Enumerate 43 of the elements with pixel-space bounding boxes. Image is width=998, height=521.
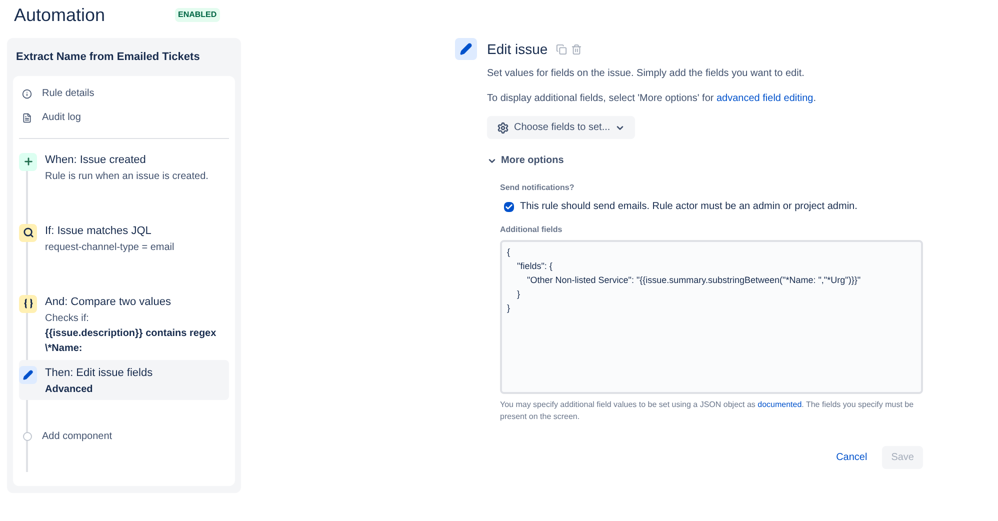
intro-text: Set values for fields on the issue. Simply add the fields you want to edit. bbox=[487, 67, 806, 81]
info-icon bbox=[22, 88, 32, 98]
step-title: If: Issue matches JQL bbox=[45, 224, 152, 238]
cancel-button[interactable]: Cancel bbox=[827, 446, 876, 469]
rule-step[interactable]: If: Issue matches JQL request-channel-type = email bbox=[19, 218, 229, 288]
status-badge: ENABLED bbox=[175, 8, 220, 22]
more-text: To display additional fields, select 'More options' for advanced field editing. bbox=[487, 92, 818, 106]
rule-step[interactable]: When: Issue created Rule is run when an issue is created. bbox=[19, 146, 229, 218]
documented-link[interactable]: documented bbox=[758, 400, 802, 409]
document-icon bbox=[22, 112, 32, 122]
field-label: Send notifications? bbox=[500, 182, 576, 194]
editor-title: Edit issue bbox=[487, 40, 548, 58]
rule-name: Extract Name from Emailed Tickets bbox=[15, 50, 201, 65]
plus-icon bbox=[19, 152, 37, 170]
page-title: Automation bbox=[14, 4, 106, 26]
step-title: Then: Edit issue fields bbox=[45, 366, 153, 380]
step-detail: Checks if: bbox=[45, 312, 90, 326]
step-detail: request-channel-type = email bbox=[45, 240, 174, 254]
checkbox-label: This rule should send emails. Rule actor must be an admin or project admin. bbox=[520, 200, 858, 214]
more-options-toggle[interactable]: More options bbox=[487, 153, 564, 168]
pencil-icon bbox=[455, 38, 477, 60]
help-text: You may specify additional field values to be set using a JSON object as documented. The fields you specify must be present on the screen. bbox=[500, 399, 915, 423]
step-title: And: Compare two values bbox=[45, 294, 172, 310]
choose-fields-button[interactable]: Choose fields to set... bbox=[487, 116, 636, 139]
braces-icon bbox=[19, 294, 37, 312]
step-detail: Rule is run when an issue is created. bbox=[45, 170, 208, 184]
add-component[interactable]: Add component bbox=[19, 428, 229, 444]
advanced-editing-link[interactable]: advanced field editing bbox=[716, 93, 814, 104]
rule-step[interactable]: And: Compare two values Checks if: {{issue.description}} contains regex \*Name: bbox=[19, 288, 229, 360]
step-detail: Advanced bbox=[45, 382, 94, 396]
menu-item[interactable]: Rule details bbox=[19, 82, 229, 106]
pencil-icon bbox=[19, 366, 37, 384]
rule-step[interactable]: Then: Edit issue fields Advanced bbox=[19, 360, 229, 400]
search-icon bbox=[19, 224, 37, 242]
step-title: When: Issue created bbox=[45, 152, 147, 168]
menu-item[interactable]: Audit log bbox=[19, 106, 229, 130]
checkbox[interactable] bbox=[504, 202, 514, 212]
settings-icon bbox=[497, 122, 509, 134]
json-field[interactable]: { "fields": { "Other Non-listed Service": "{{issue.summary.substringBetween("*Name: ","*Urg")}}" } } bbox=[500, 240, 923, 394]
copy-icon[interactable] bbox=[556, 44, 567, 54]
step-detail: {{issue.description}} contains regex \*Name: bbox=[45, 326, 218, 356]
field-label: Additional fields bbox=[500, 224, 564, 236]
trash-icon[interactable] bbox=[570, 44, 582, 54]
